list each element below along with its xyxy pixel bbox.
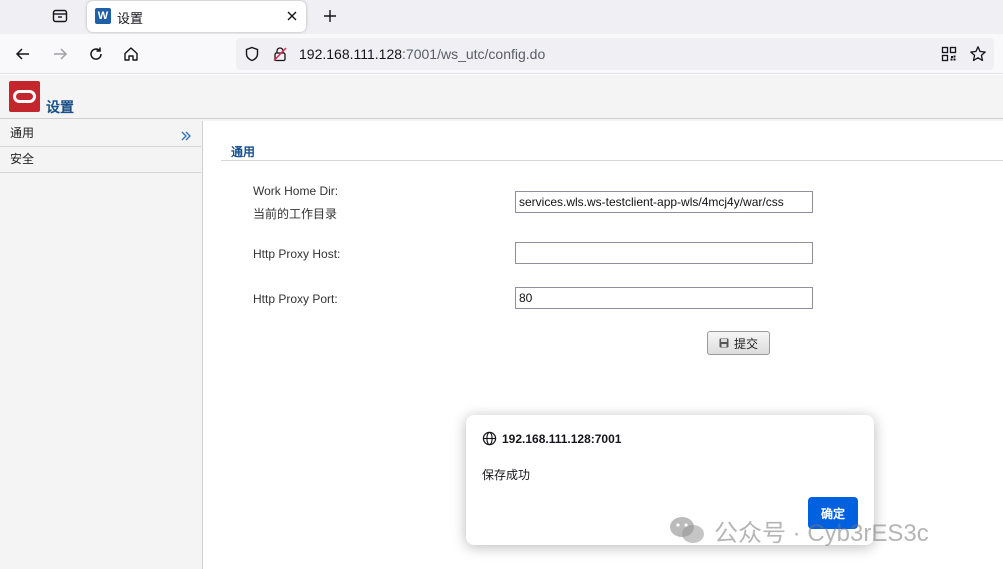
qr-code-icon[interactable] bbox=[941, 46, 957, 65]
submit-button[interactable]: 提交 bbox=[707, 331, 770, 355]
weblogic-favicon-icon: W bbox=[95, 8, 111, 24]
address-bar[interactable]: 192.168.111.128:7001/ws_utc/config.do bbox=[236, 38, 994, 70]
work-home-dir-input[interactable] bbox=[515, 191, 813, 213]
http-proxy-host-input[interactable] bbox=[515, 242, 813, 264]
back-arrow-icon[interactable] bbox=[11, 42, 35, 66]
http-proxy-port-label: Http Proxy Port: bbox=[253, 292, 338, 306]
sidebar: 通用 安全 bbox=[0, 121, 201, 569]
page-header: 设置 bbox=[0, 75, 1003, 119]
wechat-icon bbox=[670, 517, 704, 543]
sidebar-item-general[interactable]: 通用 bbox=[0, 121, 201, 147]
navigation-toolbar: 192.168.111.128:7001/ws_utc/config.do bbox=[0, 34, 1003, 74]
home-icon[interactable] bbox=[119, 42, 143, 66]
section-divider bbox=[221, 160, 1003, 161]
url-path: :7001/ws_utc/config.do bbox=[402, 46, 546, 62]
watermark-text: 公众号 · Cyb3rES3c bbox=[714, 519, 929, 547]
tab-bar: W 设置 bbox=[0, 0, 1003, 34]
active-tab[interactable]: W 设置 bbox=[87, 1, 306, 32]
dialog-origin: 192.168.111.128:7001 bbox=[502, 432, 622, 446]
url-text[interactable]: 192.168.111.128:7001/ws_utc/config.do bbox=[299, 46, 545, 62]
work-home-dir-sublabel: 当前的工作目录 bbox=[253, 207, 338, 221]
work-home-dir-label: Work Home Dir: bbox=[253, 184, 339, 198]
reload-icon[interactable] bbox=[84, 42, 108, 66]
sidebar-item-label: 安全 bbox=[10, 152, 35, 166]
http-proxy-port-input[interactable] bbox=[515, 287, 813, 309]
bookmark-star-icon[interactable] bbox=[969, 45, 987, 66]
page-title: 设置 bbox=[46, 99, 74, 115]
section-title: 通用 bbox=[231, 145, 256, 159]
http-proxy-host-label: Http Proxy Host: bbox=[253, 247, 341, 261]
dialog-message: 保存成功 bbox=[482, 468, 531, 482]
url-host: 192.168.111.128 bbox=[299, 46, 403, 62]
watermark: 公众号 · Cyb3rES3c bbox=[668, 510, 929, 550]
tab-title: 设置 bbox=[117, 11, 144, 26]
save-disk-icon bbox=[719, 338, 729, 348]
insecure-lock-icon[interactable] bbox=[272, 46, 288, 65]
sidebar-item-security[interactable]: 安全 bbox=[0, 147, 201, 173]
tab-list-icon[interactable] bbox=[46, 4, 74, 28]
tracking-protection-shield-icon[interactable] bbox=[244, 46, 260, 65]
globe-icon bbox=[482, 431, 497, 449]
submit-label: 提交 bbox=[733, 336, 758, 351]
sidebar-item-label: 通用 bbox=[10, 126, 35, 140]
forward-arrow-icon[interactable] bbox=[48, 42, 72, 66]
new-tab-plus-icon[interactable] bbox=[318, 4, 342, 28]
close-tab-icon[interactable] bbox=[283, 7, 301, 25]
oracle-logo-icon bbox=[9, 81, 40, 112]
